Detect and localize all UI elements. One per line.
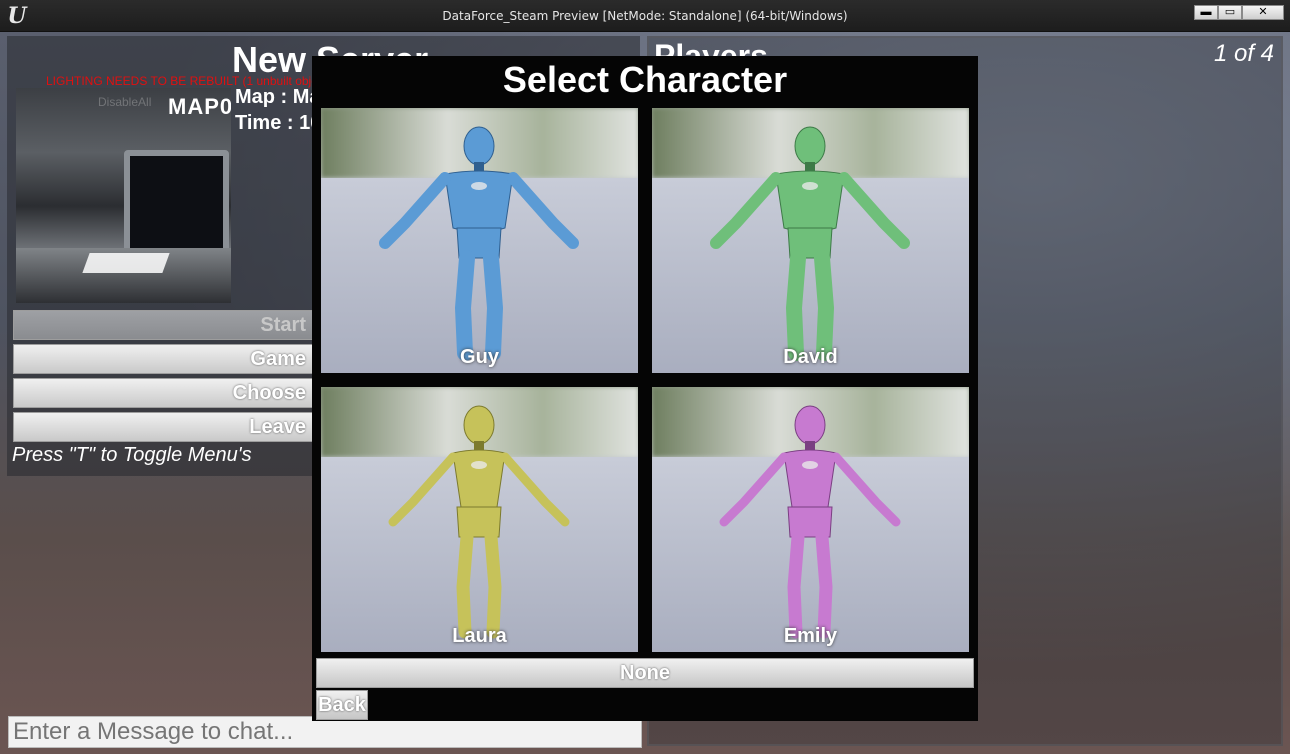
- toggle-menu-hint: Press "T" to Toggle Menu's: [12, 444, 252, 466]
- character-card-guy[interactable]: Guy: [321, 108, 638, 373]
- mannequin-left-arm: [388, 452, 458, 527]
- none-button[interactable]: None: [316, 658, 974, 688]
- map-thumbnail: MAP01: [16, 88, 231, 303]
- character-name: Emily: [783, 625, 838, 647]
- mannequin-right-arm: [507, 172, 579, 249]
- maximize-button[interactable]: ▭: [1218, 5, 1242, 20]
- mannequin-left-leg: [785, 250, 806, 361]
- map-thumb-light: [82, 253, 170, 273]
- character-card-emily[interactable]: Emily: [652, 387, 969, 652]
- mannequin-right-arm: [831, 452, 901, 527]
- mannequin-right-leg: [484, 530, 502, 639]
- window-title: DataForce_Steam Preview [NetMode: Standa…: [442, 9, 848, 23]
- mannequin-torso: [452, 449, 506, 512]
- mannequin-left-leg: [456, 530, 474, 639]
- mannequin-right-leg: [815, 530, 833, 639]
- mannequin-chest-emblem: [471, 182, 487, 190]
- mannequin-left-leg: [454, 250, 475, 361]
- mannequin-left-arm: [710, 172, 782, 249]
- mannequin-right-arm: [838, 172, 910, 249]
- time-info: Time : 10: [235, 112, 322, 134]
- mannequin-right-arm: [500, 452, 570, 527]
- mannequin-right-leg: [814, 250, 835, 361]
- character-card-david[interactable]: David: [652, 108, 969, 373]
- mannequin-left-arm: [379, 172, 451, 249]
- mannequin-torso: [775, 170, 845, 233]
- mannequin-head: [794, 405, 826, 445]
- mannequin-head: [463, 126, 495, 166]
- back-button[interactable]: Back: [316, 690, 368, 720]
- window-titlebar: U DataForce_Steam Preview [NetMode: Stan…: [0, 0, 1290, 32]
- mannequin-head: [794, 126, 826, 166]
- mannequin-chest-emblem: [802, 461, 818, 469]
- minimize-button[interactable]: ▬: [1194, 5, 1218, 20]
- select-character-title: Select Character: [502, 59, 788, 100]
- mannequin-chest-emblem: [471, 461, 487, 469]
- map-thumb-window: [124, 150, 229, 260]
- mannequin-head: [463, 405, 495, 445]
- mannequin-left-arm: [719, 452, 789, 527]
- mannequin-left-leg: [787, 530, 805, 639]
- mannequin-chest-emblem: [802, 182, 818, 190]
- mannequin-torso: [783, 449, 837, 512]
- mannequin-torso: [444, 170, 514, 233]
- character-card-laura[interactable]: Laura: [321, 387, 638, 652]
- character-name: David: [783, 346, 838, 368]
- mannequin-right-leg: [483, 250, 504, 361]
- mannequin-figure: [379, 126, 579, 361]
- mannequin-figure: [710, 126, 910, 361]
- close-button[interactable]: ✕: [1242, 5, 1284, 20]
- mannequin-figure: [719, 405, 901, 639]
- character-name: Guy: [460, 346, 499, 368]
- character-name: Laura: [452, 625, 507, 647]
- mannequin-figure: [388, 405, 570, 639]
